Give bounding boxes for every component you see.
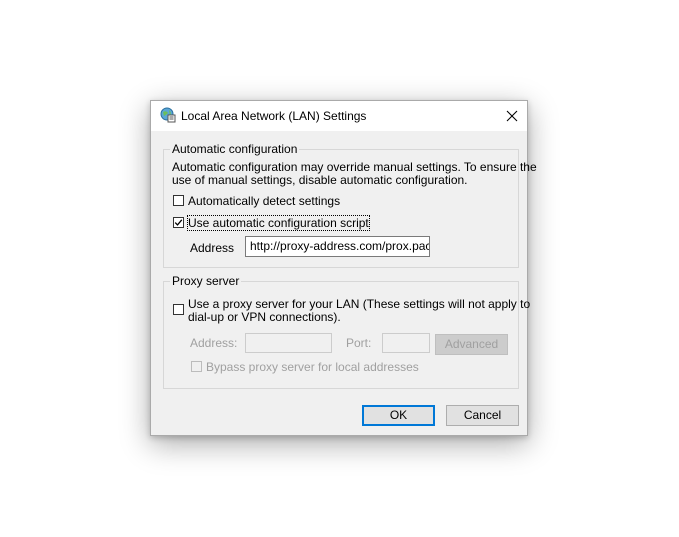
proxy-port-label: Port: xyxy=(346,336,372,350)
automatically-detect-label[interactable]: Automatically detect settings xyxy=(188,194,340,208)
advanced-button[interactable]: Advanced xyxy=(435,334,508,355)
automatically-detect-checkbox[interactable] xyxy=(173,195,184,206)
dialog-title: Local Area Network (LAN) Settings xyxy=(181,109,367,123)
proxy-port-input[interactable] xyxy=(382,333,430,353)
use-config-script-checkbox[interactable] xyxy=(173,217,184,228)
proxy-address-input[interactable] xyxy=(245,333,332,353)
bypass-local-label[interactable]: Bypass proxy server for local addresses xyxy=(206,360,419,374)
title-bar: Local Area Network (LAN) Settings xyxy=(151,101,527,131)
auto-config-description-line2: use of manual settings, disable automati… xyxy=(172,173,468,187)
cancel-button[interactable]: Cancel xyxy=(446,405,519,426)
use-proxy-checkbox[interactable] xyxy=(173,304,184,315)
proxy-server-legend: Proxy server xyxy=(170,274,242,289)
checkmark-icon xyxy=(174,219,183,226)
globe-settings-icon xyxy=(160,107,176,123)
close-icon xyxy=(506,110,518,122)
script-address-input[interactable]: http://proxy-address.com/prox.pac xyxy=(245,236,430,257)
lan-settings-dialog: Local Area Network (LAN) Settings Automa… xyxy=(150,100,537,436)
auto-config-description-line1: Automatic configuration may override man… xyxy=(172,160,537,174)
use-proxy-label-line2[interactable]: dial-up or VPN connections). xyxy=(188,310,341,324)
close-button[interactable] xyxy=(497,101,527,131)
automatic-configuration-legend: Automatic configuration xyxy=(170,142,300,157)
ok-button[interactable]: OK xyxy=(362,405,435,426)
use-proxy-label-line1[interactable]: Use a proxy server for your LAN (These s… xyxy=(188,297,530,311)
bypass-local-checkbox[interactable] xyxy=(191,361,202,372)
proxy-address-label: Address: xyxy=(190,336,238,350)
use-config-script-label[interactable]: Use automatic configuration script xyxy=(187,215,370,231)
script-address-label: Address xyxy=(190,241,235,255)
